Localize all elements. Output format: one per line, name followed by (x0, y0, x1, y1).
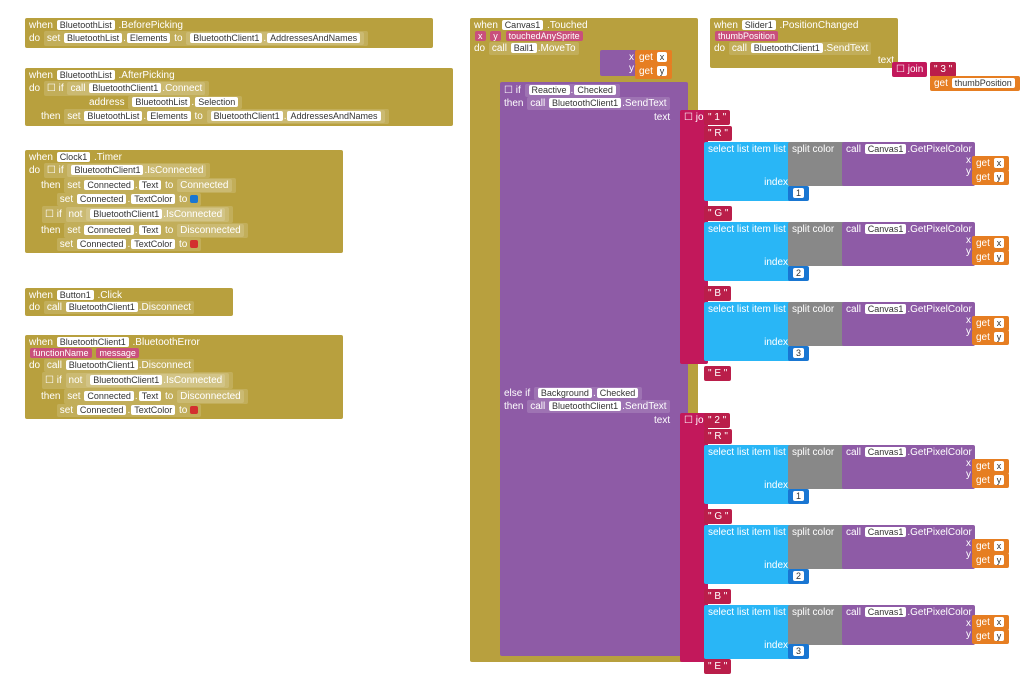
gety-p5[interactable]: get y (972, 553, 1009, 568)
addr-names[interactable]: BluetoothClient1.AddressesAndNames (186, 32, 364, 45)
str-R2[interactable]: " R " (704, 429, 732, 444)
when-btlist-beforepicking[interactable]: when BluetoothList .BeforePicking do set… (25, 18, 433, 48)
param-fname[interactable]: functionName (30, 348, 92, 358)
getx-p4[interactable]: get x (972, 459, 1009, 474)
getpixel-2[interactable]: call Canvas1.GetPixelColorxy (842, 222, 975, 266)
selectitem-6[interactable]: select list item listindex (704, 605, 792, 659)
component[interactable]: BluetoothList (57, 20, 115, 30)
color-blue[interactable] (190, 195, 198, 203)
str-E2[interactable]: " E " (704, 659, 731, 674)
when-button-click[interactable]: when Button1 .Click do call BluetoothCli… (25, 288, 233, 316)
get-x-1[interactable]: get x (635, 50, 672, 65)
when-kw: when (29, 20, 53, 31)
splitcolor-2[interactable]: split color (788, 222, 846, 266)
str-R[interactable]: " R " (704, 126, 732, 141)
do-kw: do (29, 33, 40, 44)
param-message[interactable]: message (96, 348, 139, 358)
idx-3[interactable]: 3 (788, 346, 809, 361)
selectitem-2[interactable]: select list item listindex (704, 222, 792, 281)
when-clock-timer[interactable]: when Clock1 .Timer do ☐ if BluetoothClie… (25, 150, 343, 253)
color-red[interactable] (190, 240, 198, 248)
getx-p2[interactable]: get x (972, 236, 1009, 251)
gety-p1[interactable]: get y (972, 170, 1009, 185)
str-1[interactable]: " 1 " (704, 110, 730, 125)
get-thumbpos[interactable]: get thumbPosition (930, 76, 1020, 91)
sendtext-label-1: text (650, 110, 674, 125)
splitcolor-4[interactable]: split color (788, 445, 846, 489)
idx-5[interactable]: 2 (788, 569, 809, 584)
idx-2[interactable]: 2 (788, 266, 809, 281)
getpixel-5[interactable]: call Canvas1.GetPixelColorxy (842, 525, 975, 569)
splitcolor-3[interactable]: split color (788, 302, 846, 346)
str-E[interactable]: " E " (704, 366, 731, 381)
str-G2[interactable]: " G " (704, 509, 732, 524)
selectitem-3[interactable]: select list item listindex (704, 302, 792, 361)
when-btlist-afterpicking[interactable]: when BluetoothList .AfterPicking do ☐ if… (25, 68, 453, 126)
selectitem-5[interactable]: select list item listindex (704, 525, 792, 584)
get-y-1[interactable]: get y (635, 64, 672, 79)
getpixel-6[interactable]: call Canvas1.GetPixelColorxy (842, 605, 975, 645)
idx-4[interactable]: 1 (788, 489, 809, 504)
event: BeforePicking (121, 20, 183, 31)
getx-p5[interactable]: get x (972, 539, 1009, 554)
str-G[interactable]: " G " (704, 206, 732, 221)
moveto-args: xy (600, 50, 638, 76)
getpixel-4[interactable]: call Canvas1.GetPixelColorxy (842, 445, 975, 489)
set-block[interactable]: set BluetoothList.Elements to BluetoothC… (44, 31, 368, 46)
gety-p4[interactable]: get y (972, 473, 1009, 488)
str-B2[interactable]: " B " (704, 589, 731, 604)
when-bterror[interactable]: when BluetoothClient1 .BluetoothError fu… (25, 335, 343, 419)
getpixel-1[interactable]: call Canvas1.GetPixelColorxy (842, 142, 975, 186)
str-2[interactable]: " 2 " (704, 413, 730, 428)
splitcolor-5[interactable]: split color (788, 525, 846, 569)
str-3[interactable]: " 3 " (930, 62, 956, 77)
gety-p3[interactable]: get y (972, 330, 1009, 345)
gety-p6[interactable]: get y (972, 629, 1009, 644)
join-3[interactable]: ☐ join (892, 62, 927, 77)
selectitem-1[interactable]: select list item listindex (704, 142, 792, 201)
if-reactive[interactable]: ☐ if Reactive.Checked then call Bluetoot… (500, 82, 688, 656)
idx-1[interactable]: 1 (788, 186, 809, 201)
str-B[interactable]: " B " (704, 286, 731, 301)
getx-p1[interactable]: get x (972, 156, 1009, 171)
if-block[interactable]: ☐ if call BluetoothClient1.Connect (44, 81, 209, 96)
splitcolor-6[interactable]: split color (788, 605, 846, 645)
getpixel-3[interactable]: call Canvas1.GetPixelColorxy (842, 302, 975, 346)
selectitem-4[interactable]: select list item listindex (704, 445, 792, 504)
sendtext-label-2: text (650, 413, 674, 428)
getx-p3[interactable]: get x (972, 316, 1009, 331)
idx-6[interactable]: 3 (788, 644, 809, 659)
getx-p6[interactable]: get x (972, 615, 1009, 630)
elseif-background: else if Background.Checked then call Blu… (500, 385, 688, 415)
when-slider-poschanged[interactable]: when Slider1 .PositionChanged thumbPosit… (710, 18, 898, 68)
splitcolor-1[interactable]: split color (788, 142, 846, 186)
gety-p2[interactable]: get y (972, 250, 1009, 265)
